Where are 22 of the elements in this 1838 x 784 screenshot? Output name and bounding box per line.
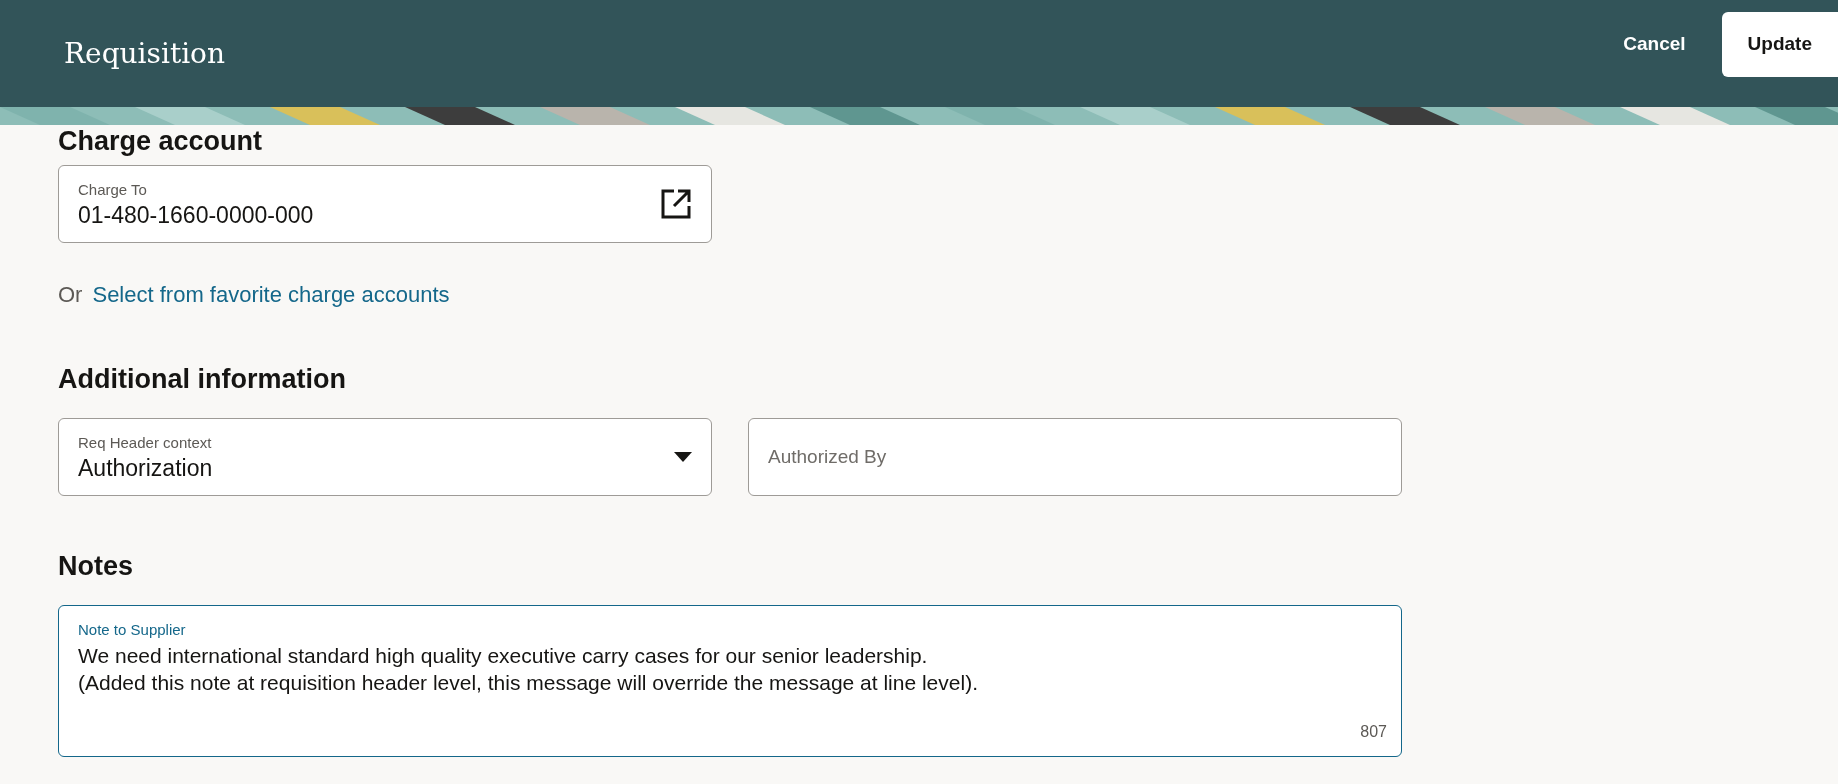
section-heading: Notes: [58, 550, 133, 582]
cancel-button[interactable]: Cancel: [1611, 12, 1698, 77]
dropdown-arrow-icon: [674, 452, 692, 462]
field-label: Charge To: [78, 179, 148, 200]
page-title: Requisition: [64, 35, 225, 72]
note-to-supplier-field[interactable]: [58, 605, 1402, 757]
field-label: Req Header context: [78, 432, 213, 453]
field-value: Authorization: [78, 454, 213, 483]
favorite-accounts-link[interactable]: Select from favorite charge accounts: [92, 278, 450, 311]
field-value: 01-480-1660-0000-000: [78, 201, 314, 230]
section-heading: Charge account: [58, 125, 263, 157]
note-text: (Added this note at requisition header level, this message will override the message at line level).: [78, 669, 978, 696]
section-heading: Additional information: [58, 363, 346, 395]
authorized-by-field[interactable]: Authorized By: [748, 418, 1402, 496]
context-select[interactable]: Req Header context Authorization: [58, 418, 712, 496]
charge-to-field[interactable]: Charge To 01-480-1660-0000-000: [58, 165, 712, 243]
field-label: Note to Supplier: [78, 620, 186, 640]
character-counter: 807: [1360, 722, 1387, 742]
external-link-icon[interactable]: [660, 188, 692, 220]
note-text: We need international standard high quality executive carry cases for our senior leadership.: [78, 642, 928, 669]
update-button[interactable]: Update: [1721, 12, 1838, 77]
or-text: Or: [58, 281, 83, 309]
